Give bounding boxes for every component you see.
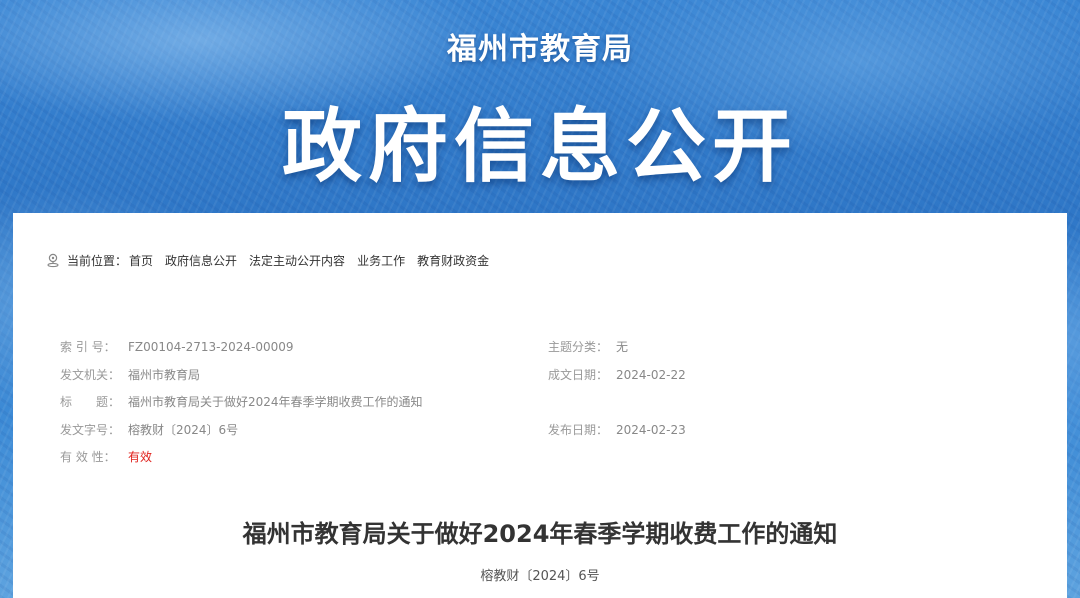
meta-row: 发文字号： 榕教财〔2024〕6号 发布日期： 2024-02-23: [60, 420, 1040, 448]
issuer-value: 福州市教育局: [128, 367, 201, 382]
issuer-label: 发文机关：: [60, 367, 121, 382]
breadcrumb-item-statutory[interactable]: 法定主动公开内容: [249, 252, 345, 269]
published-date-label: 发布日期：: [548, 422, 609, 437]
content-panel: 当前位置： 首页 政府信息公开 法定主动公开内容 业务工作 教育财政资金 索 引…: [13, 213, 1067, 598]
meta-row: 索 引 号： FZ00104-2713-2024-00009 主题分类： 无: [60, 337, 1040, 365]
document-title: 福州市教育局关于做好2024年春季学期收费工作的通知: [242, 520, 838, 548]
created-date-label: 成文日期：: [548, 367, 609, 382]
breadcrumb-item-gov-info[interactable]: 政府信息公开: [165, 252, 237, 269]
index-value: FZ00104-2713-2024-00009: [128, 340, 294, 354]
breadcrumb-item-finance[interactable]: 教育财政资金: [417, 252, 489, 269]
validity-label: 有 效 性：: [60, 450, 116, 464]
meta-row: 有 效 性： 有效: [60, 447, 1040, 475]
meta-row: 发文机关： 福州市教育局 成文日期： 2024-02-22: [60, 365, 1040, 393]
doc-number-label: 发文字号：: [60, 422, 121, 437]
topic-value: 无: [616, 340, 629, 354]
document-metadata: 索 引 号： FZ00104-2713-2024-00009 主题分类： 无 发文机…: [60, 337, 1040, 475]
breadcrumb-item-business[interactable]: 业务工作: [357, 252, 405, 269]
created-date-value: 2024-02-22: [616, 367, 686, 382]
document-number: 榕教财〔2024〕6号: [480, 569, 600, 584]
breadcrumb-label: 当前位置：: [67, 253, 128, 268]
location-pin-icon: [45, 252, 61, 268]
topic-label: 主题分类：: [548, 340, 609, 354]
breadcrumb: 当前位置： 首页 政府信息公开 法定主动公开内容 业务工作 教育财政资金: [45, 250, 501, 270]
title-value: 福州市教育局关于做好2024年春季学期收费工作的通知: [128, 395, 423, 409]
page: 福州市教育局 政府信息公开 当前位置： 首页 政府信息公开 法定主动公开内容 业…: [0, 0, 1080, 598]
banner-subtitle: 福州市教育局: [447, 32, 633, 67]
breadcrumb-item-home[interactable]: 首页: [129, 252, 153, 269]
title-label: 标 题：: [60, 395, 121, 409]
index-label: 索 引 号：: [60, 340, 116, 354]
banner-title: 政府信息公开: [282, 100, 798, 193]
validity-value: 有效: [128, 450, 153, 464]
doc-number-value: 榕教财〔2024〕6号: [128, 422, 239, 437]
meta-row: 标 题： 福州市教育局关于做好2024年春季学期收费工作的通知: [60, 392, 1040, 420]
published-date-value: 2024-02-23: [616, 422, 686, 437]
